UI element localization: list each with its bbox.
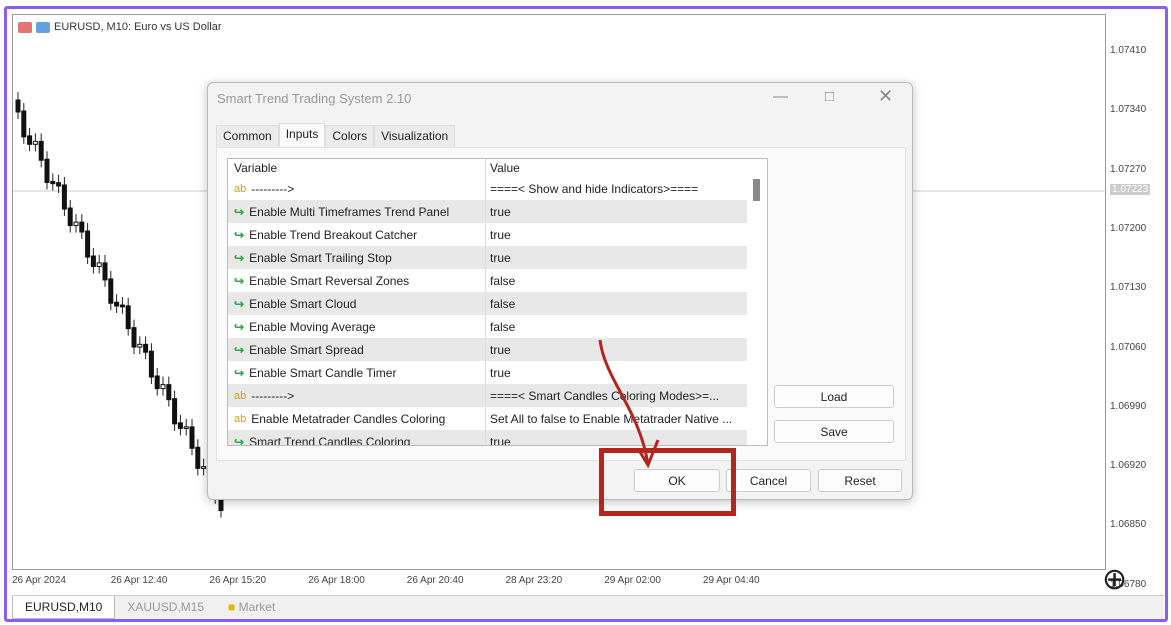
annotation-arrow [598,339,660,469]
